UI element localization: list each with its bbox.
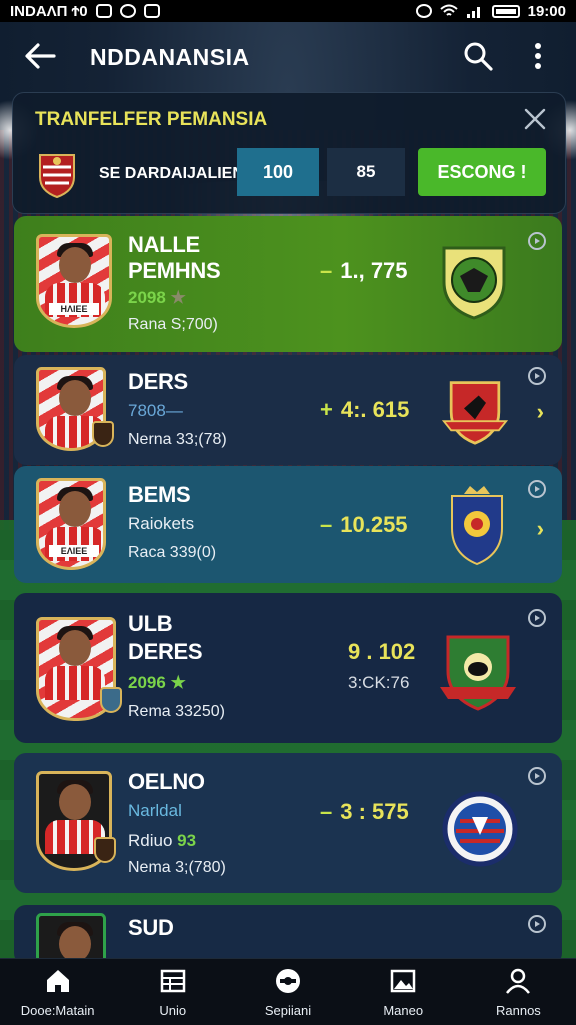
transfer-value-secondary: 3:CK:76 xyxy=(348,673,410,692)
player-name: NALLE xyxy=(128,232,200,257)
club-mini-badge xyxy=(92,421,114,447)
chevron-right-icon[interactable]: › xyxy=(537,399,544,425)
status-bar: INDAΛΠ Ϯ0 19:00 xyxy=(0,0,576,22)
filter-min-field[interactable]: 100 xyxy=(237,148,319,196)
info-icon[interactable] xyxy=(528,609,546,627)
signal-icon xyxy=(466,7,480,18)
transfer-value: –3 : 575 xyxy=(320,799,409,824)
player-name: BEMS xyxy=(128,482,191,507)
club-logo-icon xyxy=(451,486,503,566)
app-bar: NDDANANSIA xyxy=(0,24,576,88)
player-portrait: ΕΛΙΕΕ xyxy=(36,478,106,570)
message-icon xyxy=(119,4,136,18)
player-name: OELNO xyxy=(128,769,205,794)
wifi-icon xyxy=(439,4,458,16)
nav-item-image[interactable]: Maneo xyxy=(346,959,461,1025)
star-icon: ★ xyxy=(170,288,186,307)
nav-item-profile[interactable]: Rannos xyxy=(461,959,576,1025)
player-detail: Rema 33250) xyxy=(128,703,225,720)
filter-label: SE DARDAIJALIEN xyxy=(99,165,244,182)
club-logo-icon xyxy=(442,791,518,867)
image-icon xyxy=(390,969,416,993)
filter-max-field[interactable]: 85 xyxy=(327,148,405,196)
close-icon[interactable] xyxy=(523,107,547,131)
player-card[interactable]: OELNO Narldal Rdiuo 93 Nema 3;(780) –3 :… xyxy=(14,753,562,893)
nav-label: Unio xyxy=(159,1003,187,1018)
nav-label: Rannos xyxy=(496,1003,541,1018)
info-icon[interactable] xyxy=(528,915,546,933)
page-title: NDDANANSIA xyxy=(90,44,250,70)
club-mini-badge xyxy=(94,837,116,863)
club-crest-icon xyxy=(39,154,75,199)
transfer-value: –1., 775 xyxy=(320,258,408,283)
info-icon[interactable] xyxy=(528,767,546,785)
club-logo-icon xyxy=(440,635,516,711)
battery-icon xyxy=(491,4,520,18)
transfer-value: 9 . 102 xyxy=(348,639,416,664)
club-mini-badge xyxy=(100,687,122,713)
info-icon[interactable] xyxy=(528,480,546,498)
list-icon xyxy=(160,969,186,993)
home-icon xyxy=(46,970,69,992)
more-vert-icon[interactable] xyxy=(528,40,548,72)
nav-label: Maneo xyxy=(383,1003,424,1018)
search-icon[interactable] xyxy=(462,40,494,72)
player-card[interactable]: SUD xyxy=(14,905,562,965)
arrow-left-icon[interactable] xyxy=(22,40,58,72)
club-logo-icon xyxy=(442,246,506,320)
player-name: SUD xyxy=(128,915,174,940)
player-stat: Narldal xyxy=(128,801,182,820)
nav-label: Sepiiani xyxy=(264,1003,312,1018)
player-stat-secondary: Rdiuo 93 xyxy=(128,831,197,850)
player-name: ULB xyxy=(128,611,173,636)
info-icon[interactable] xyxy=(528,367,546,385)
player-detail: Nerna 33;(78) xyxy=(128,431,227,448)
whistle-icon xyxy=(276,969,300,993)
notification-icon xyxy=(95,4,112,18)
player-stat: 2096 ★ xyxy=(128,673,186,692)
info-icon[interactable] xyxy=(528,232,546,250)
clock: 19:00 xyxy=(527,2,566,20)
club-logo-icon xyxy=(442,381,508,445)
chevron-right-icon[interactable]: › xyxy=(537,516,544,542)
player-name-line2: PEMHNS xyxy=(128,258,221,283)
player-name-line2: DERES xyxy=(128,639,203,664)
bottom-navigation: Dooe:Matain Unio Sepiiani Maneo Rannos xyxy=(0,958,576,1025)
player-detail: Raca 339(0) xyxy=(128,544,217,561)
player-detail: Rana S;700) xyxy=(128,316,218,333)
player-stat: 7808— xyxy=(128,401,183,420)
player-card[interactable]: ULB DERES 2096 ★ Rema 33250) 9 . 102 3:C… xyxy=(14,593,562,743)
nav-label: Dooe:Matain xyxy=(20,1003,95,1018)
carrier-label: INDAΛΠ Ϯ0 xyxy=(10,2,88,20)
player-stat: Raiokets xyxy=(128,514,195,533)
app-icon xyxy=(143,4,160,18)
search-transfer-button[interactable]: ESCONG ! xyxy=(418,148,546,196)
player-detail: Nema 3;(780) xyxy=(128,859,226,876)
nav-item-whistle[interactable]: Sepiiani xyxy=(230,959,345,1025)
transfer-filter-panel: TRANFELFER PEMANSIA SE DARDAIJALIEN 100 … xyxy=(12,92,566,214)
star-icon: ★ xyxy=(170,673,186,692)
transfer-value: +4:. 615 xyxy=(320,397,410,422)
player-name: DERS xyxy=(128,369,188,394)
nav-item-home[interactable]: Dooe:Matain xyxy=(0,959,115,1025)
nav-item-list[interactable]: Unio xyxy=(115,959,230,1025)
player-stat: 2098 ★ xyxy=(128,288,186,307)
player-card[interactable]: ΕΛΙΕΕ BEMS Raiokets Raca 339(0) –10.255 … xyxy=(14,466,562,583)
person-icon xyxy=(506,968,531,994)
player-card[interactable]: DERS 7808— Nerna 33;(78) +4:. 615 › xyxy=(14,355,562,465)
player-card[interactable]: ΗΛΙΕΕ NALLE PEMHNS 2098 ★ Rana S;700) –1… xyxy=(14,216,562,352)
alarm-icon xyxy=(415,4,432,18)
panel-title: TRANFELFER PEMANSIA xyxy=(35,109,268,130)
player-portrait: ΗΛΙΕΕ xyxy=(36,234,112,328)
transfer-value: –10.255 xyxy=(320,512,408,537)
